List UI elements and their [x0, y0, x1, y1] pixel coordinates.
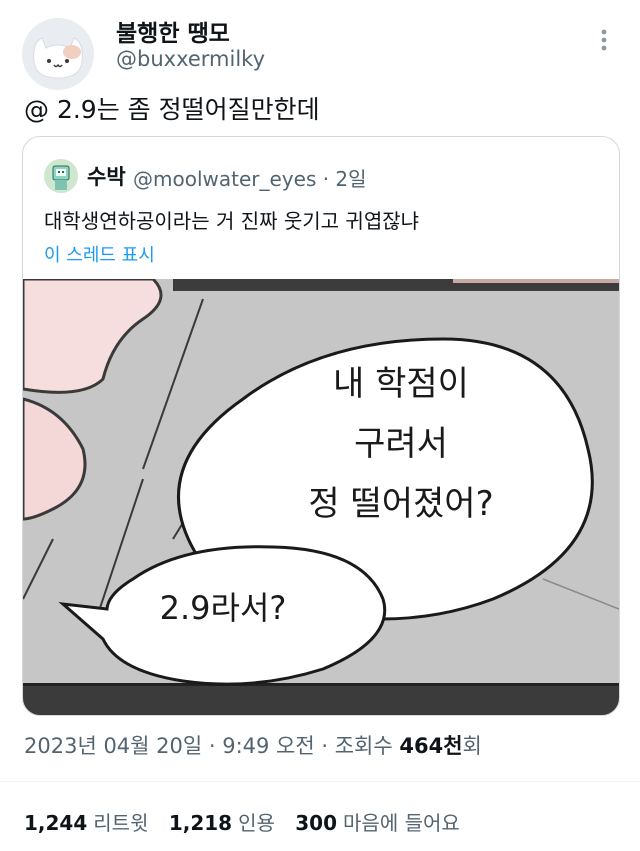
engagement-stats: 1,244 리트윗 1,218 인용 300 마음에 들어요	[24, 807, 474, 836]
quote-label: 인용	[238, 811, 275, 835]
likes-stat[interactable]: 300 마음에 들어요	[295, 807, 460, 836]
author-handle[interactable]: @buxxermilky	[116, 47, 265, 71]
cat-face-icon	[22, 18, 94, 90]
comic-panel-image[interactable]: 내 학점이 구려서 정 떨어졌어? 2.9라서?	[23, 279, 619, 715]
quoted-author-name[interactable]: 수박	[87, 161, 126, 191]
tweet-timestamp[interactable]: 2023년 04월 20일 · 9:49 오전 · 조회수 464천회	[24, 730, 482, 760]
quote-count: 1,218	[168, 811, 233, 835]
quotes-stat[interactable]: 1,218 인용	[169, 807, 275, 836]
author-avatar[interactable]	[22, 18, 94, 90]
bubble-large-line-1: 내 학점이	[333, 364, 469, 404]
divider	[0, 781, 640, 782]
bubble-small-text: 2.9라서?	[160, 589, 287, 627]
view-count-suffix: 회	[462, 734, 482, 758]
author-name[interactable]: 불행한 땡모	[116, 14, 230, 48]
bubble-large-line-2: 구려서	[354, 424, 448, 464]
retweet-count: 1,244	[24, 811, 88, 835]
quoted-tweet-card[interactable]: 수박 @moolwater_eyes · 2일 대학생연하공이라는 거 진짜 웃…	[22, 136, 620, 716]
like-label: 마음에 들어요	[343, 811, 460, 835]
show-thread-link[interactable]: 이 스레드 표시	[44, 241, 155, 267]
view-count: 464천	[399, 734, 463, 758]
retweet-label: 리트윗	[93, 811, 149, 835]
bubble-large-line-3: 정 떨어졌어?	[308, 484, 493, 524]
tweet-text: @ 2.9는 좀 정떨어질만한데	[24, 95, 320, 124]
robot-character-icon	[44, 159, 78, 193]
more-options-icon[interactable]	[592, 24, 616, 56]
like-count: 300	[295, 811, 338, 835]
quoted-author-avatar[interactable]	[44, 159, 78, 193]
retweets-stat[interactable]: 1,244 리트윗	[24, 807, 148, 836]
date-time: 2023년 04월 20일 · 9:49 오전 · 조회수	[24, 734, 400, 758]
quoted-tweet-text: 대학생연하공이라는 거 진짜 웃기고 귀엽잖냐	[44, 209, 420, 233]
quoted-author-handle-time[interactable]: @moolwater_eyes · 2일	[133, 163, 367, 192]
